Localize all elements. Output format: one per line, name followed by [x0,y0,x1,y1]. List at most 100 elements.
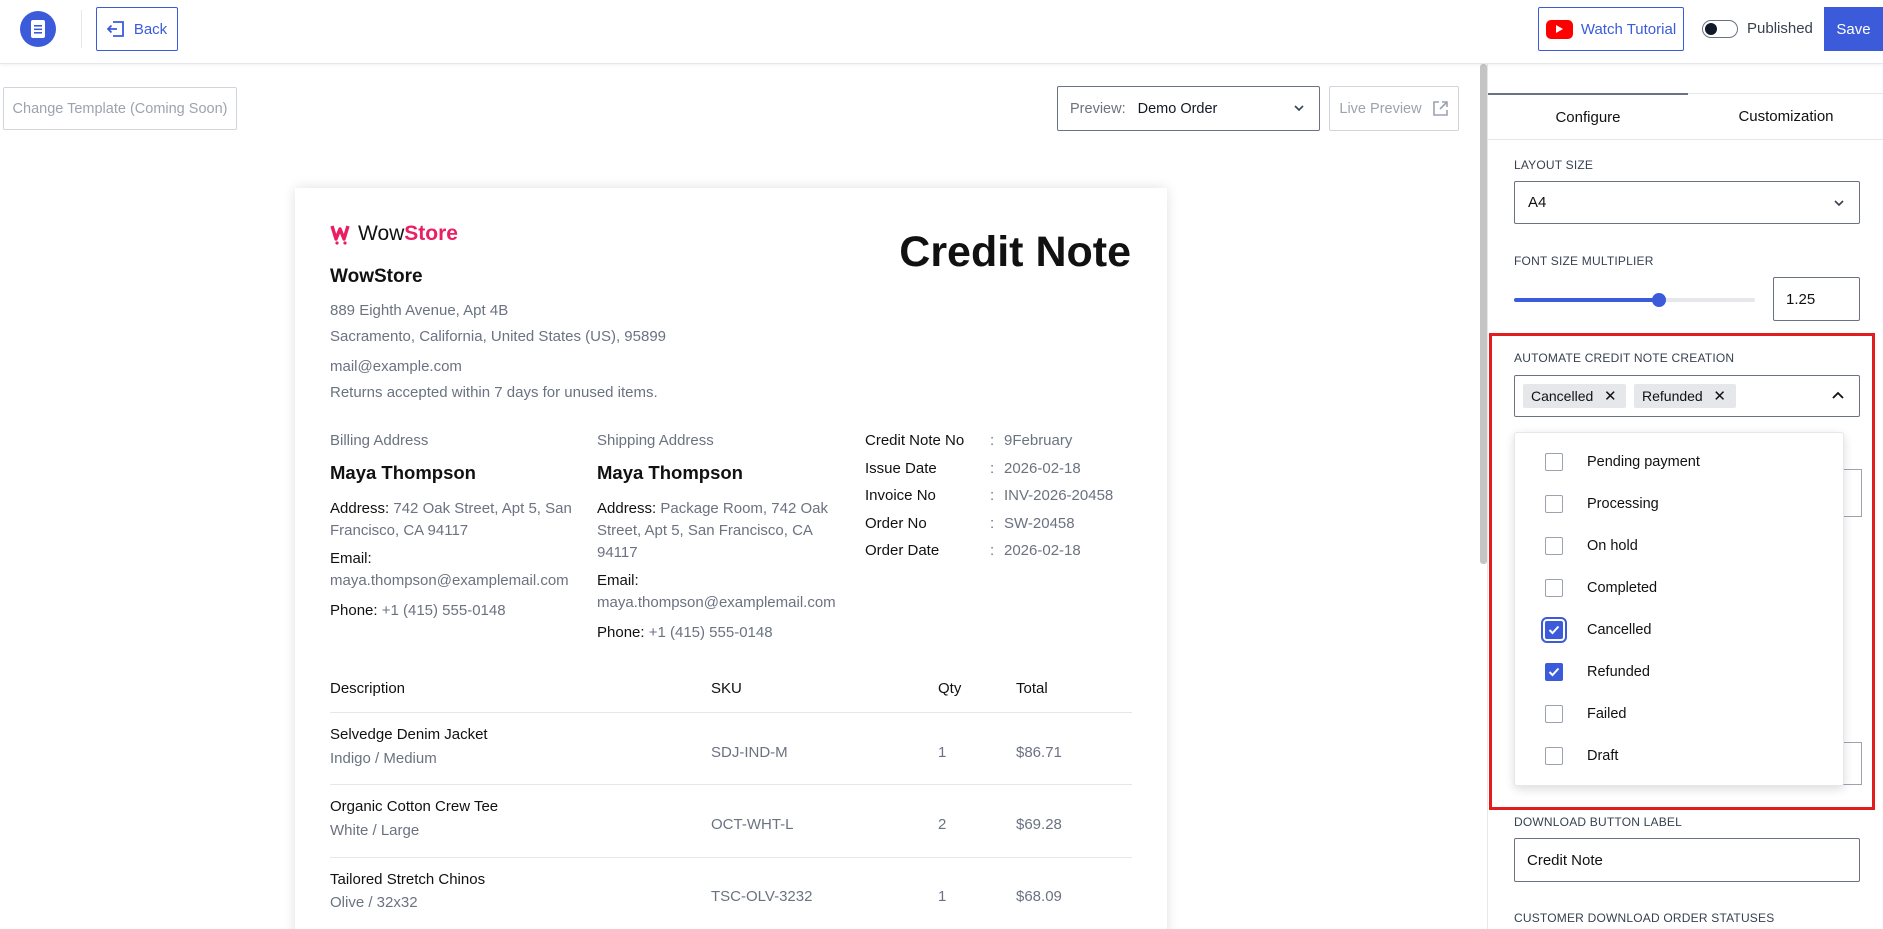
brand-prefix: Wow [358,222,405,245]
shipping-heading: Shipping Address [597,432,714,449]
document-title: Credit Note [899,228,1131,276]
shipping-name: Maya Thompson [597,462,743,483]
font-size-slider[interactable] [1514,293,1755,307]
table-header-description: Description [330,680,406,697]
row-item-name: Organic Cotton Crew Tee [330,798,499,815]
font-size-input[interactable]: 1.25 [1773,277,1860,321]
close-icon[interactable]: ✕ [1603,387,1617,405]
published-toggle[interactable] [1702,20,1738,38]
store-name: WowStore [330,266,423,287]
checkbox-checked[interactable] [1541,617,1567,643]
close-icon[interactable]: ✕ [1713,387,1727,405]
tabs-divider [1488,139,1883,140]
automate-status-multiselect[interactable]: Cancelled ✕ Refunded ✕ [1514,375,1860,417]
billing-address: Address: 742 Oak Street, Apt 5, San Fran… [330,500,572,539]
live-preview-button[interactable]: Live Preview [1329,86,1459,131]
published-label: Published [1747,20,1813,37]
font-size-slider-thumb[interactable] [1651,293,1666,307]
chip-refunded: Refunded ✕ [1634,384,1736,408]
chevron-up-icon[interactable] [1831,390,1845,402]
table-divider [330,712,1132,713]
layout-size-label: LAYOUT SIZE [1514,158,1594,172]
shipping-phone: Phone: +1 (415) 555-0148 [597,624,773,641]
tab-configure[interactable]: Configure [1488,93,1688,139]
download-label-input[interactable]: Credit Note [1514,838,1860,882]
chevron-down-icon [1834,200,1844,207]
checkbox[interactable] [1545,747,1563,765]
meta-row: Invoice No: INV-2026-20458 [865,487,1114,504]
live-preview-label: Live Preview [1339,100,1422,117]
checkbox[interactable] [1545,579,1563,597]
app-logo-icon[interactable] [20,11,56,47]
row-item-total: $86.71 [1016,744,1062,761]
preview-select[interactable]: Preview: Demo Order [1057,86,1320,131]
billing-phone: Phone: +1 (415) 555-0148 [330,602,506,619]
check-icon [1548,667,1560,677]
youtube-icon [1545,19,1573,39]
row-item-name: Tailored Stretch Chinos [330,871,486,888]
option-pending-payment[interactable]: Pending payment [1545,452,1700,472]
option-draft[interactable]: Draft [1545,746,1618,766]
layout-size-select[interactable]: A4 [1514,181,1860,224]
check-icon [1548,625,1560,635]
download-label: DOWNLOAD BUTTON LABEL [1514,815,1683,829]
checkbox-checked[interactable] [1545,663,1563,681]
font-size-label: FONT SIZE MULTIPLIER [1514,254,1654,268]
row-item-variant: White / Large [330,822,420,839]
row-item-variant: Olive / 32x32 [330,894,418,911]
back-button[interactable]: Back [96,7,178,51]
font-size-slider-fill [1514,298,1659,302]
shipping-email: Email: maya.thompson@examplemail.com [597,572,836,611]
store-address-line1: 889 Eighth Avenue, Apt 4B [330,302,509,319]
divider [81,10,82,48]
option-processing[interactable]: Processing [1545,494,1659,514]
meta-row: Issue Date:2026-02-18 [865,460,1081,477]
table-divider [330,857,1132,858]
status-dropdown: Pending payment Processing On hold Compl… [1514,432,1844,786]
shipping-address: Address: Package Room, 742 Oak Street, A… [597,500,828,561]
store-email: mail@example.com [330,358,462,375]
panel-divider [1487,64,1488,929]
change-template-button[interactable]: Change Template (Coming Soon) [3,87,237,130]
table-header-total: Total [1016,680,1048,697]
back-arrow-icon [106,21,124,37]
option-on-hold[interactable]: On hold [1545,536,1638,556]
brand-logo: WowStore [330,222,458,246]
layout-size-value: A4 [1528,194,1547,211]
external-link-icon [1432,101,1448,116]
row-item-sku: TSC-OLV-3232 [711,888,813,905]
wowstore-logo-icon [330,225,350,245]
row-item-variant: Indigo / Medium [330,750,437,767]
meta-row: Order Date:2026-02-18 [865,542,1081,559]
customer-statuses-label: CUSTOMER DOWNLOAD ORDER STATUSES [1514,911,1775,925]
row-item-total: $68.09 [1016,888,1062,905]
credit-note-document: WowStore Credit Note WowStore 889 Eighth… [295,188,1167,929]
table-header-qty: Qty [938,680,962,697]
option-failed[interactable]: Failed [1545,704,1627,724]
option-refunded[interactable]: Refunded [1545,662,1650,682]
checkbox[interactable] [1545,453,1563,471]
chip-cancelled: Cancelled ✕ [1523,384,1626,408]
table-divider [330,784,1132,785]
automate-label: AUTOMATE CREDIT NOTE CREATION [1514,351,1735,365]
chevron-down-icon [1294,105,1304,112]
row-item-sku: SDJ-IND-M [711,744,788,761]
option-cancelled[interactable]: Cancelled [1541,617,1652,643]
watch-tutorial-button[interactable]: Watch Tutorial [1538,7,1684,51]
checkbox[interactable] [1545,537,1563,555]
option-completed[interactable]: Completed [1545,578,1657,598]
save-button[interactable]: Save [1824,7,1883,51]
meta-row: Order No: SW-20458 [865,515,1075,532]
back-label: Back [133,20,168,38]
tab-customization[interactable]: Customization [1688,93,1883,139]
row-item-qty: 2 [938,816,947,833]
billing-heading: Billing Address [330,432,429,449]
checkbox[interactable] [1545,705,1563,723]
top-bar: Back Watch Tutorial Published Save [0,0,1883,64]
checkbox[interactable] [1545,495,1563,513]
row-item-sku: OCT-WHT-L [711,816,794,833]
row-item-name: Selvedge Denim Jacket [330,726,488,743]
row-item-total: $69.28 [1016,816,1062,833]
row-item-qty: 1 [938,744,947,761]
canvas-scrollbar[interactable] [1480,64,1487,564]
